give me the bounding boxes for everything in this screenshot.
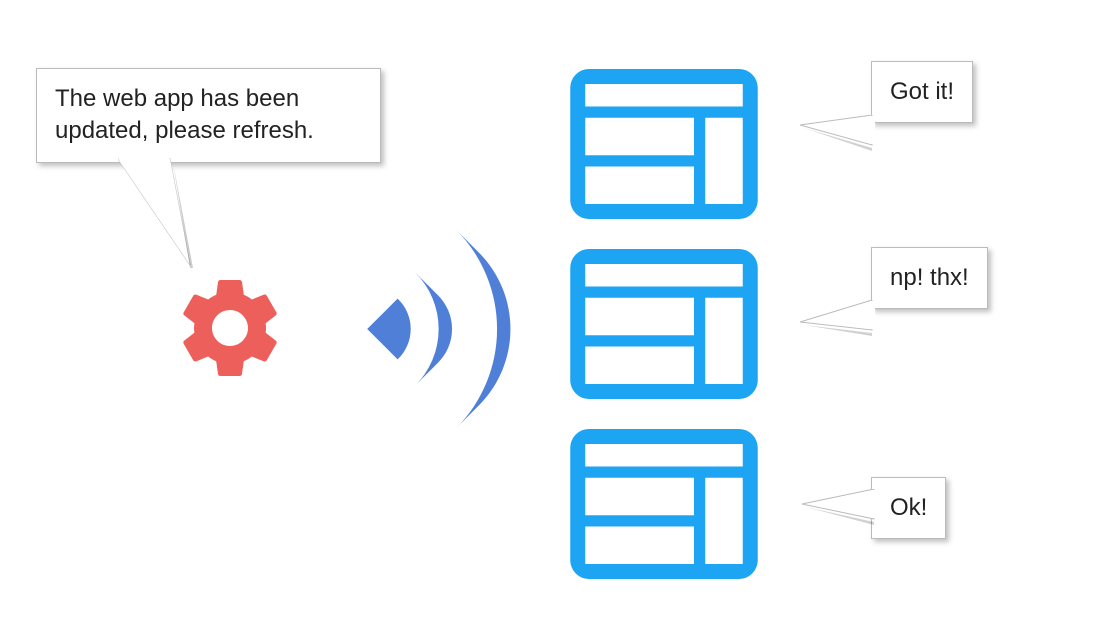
app-window-icon — [569, 249, 759, 399]
speech-tail-icon — [800, 489, 880, 549]
client-response-bubble: Ok! — [871, 477, 946, 539]
broadcast-icon — [352, 214, 542, 444]
client-response-text: Got it! — [890, 78, 954, 105]
speech-tail-icon — [798, 300, 878, 360]
gear-icon — [170, 268, 290, 388]
client-response-text: Ok! — [890, 494, 927, 521]
speech-tail-icon — [118, 157, 208, 277]
client-response-bubble: Got it! — [871, 61, 973, 123]
app-window-icon — [569, 429, 759, 579]
speech-tail-icon — [798, 115, 878, 175]
client-response-text: np! thx! — [890, 264, 969, 291]
service-worker-message: The web app has been updated, please ref… — [55, 85, 314, 144]
service-worker-speech-bubble: The web app has been updated, please ref… — [36, 68, 381, 163]
client-response-bubble: np! thx! — [871, 247, 988, 309]
app-window-icon — [569, 69, 759, 219]
